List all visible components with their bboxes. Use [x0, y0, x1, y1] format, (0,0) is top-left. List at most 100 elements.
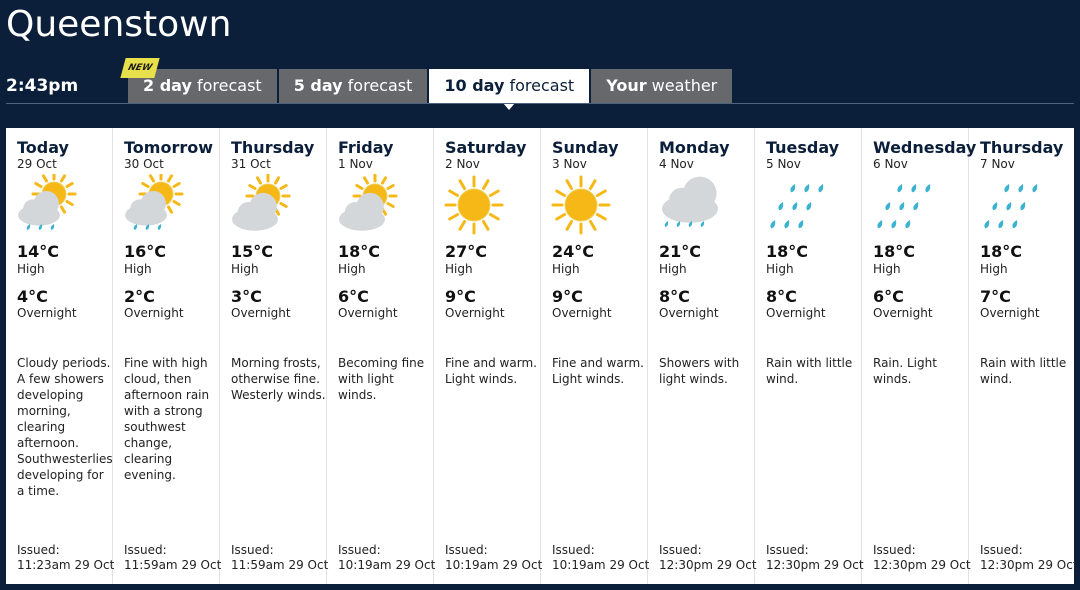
forecast-panel: Today 29 Oct 14°C High 4°C Overnight Clo…	[6, 128, 1078, 584]
issued-time: 11:23am 29 Oct	[17, 558, 115, 572]
day-date: 1 Nov	[338, 157, 373, 171]
tab-your-weather[interactable]: Your weather	[591, 69, 733, 103]
high-label: High	[445, 262, 473, 276]
overnight-label: Overnight	[231, 306, 291, 320]
rain-icon	[870, 174, 934, 236]
tab-label-bold: 2 day	[143, 76, 192, 95]
high-label: High	[552, 262, 580, 276]
issued-time: 12:30pm 29 Oct	[873, 558, 971, 572]
high-temp: 18°C	[873, 242, 916, 261]
overnight-label: Overnight	[659, 306, 719, 320]
forecast-description: Rain with little wind.	[980, 356, 1067, 386]
issued-time: 12:30pm 29 Oct	[766, 558, 864, 572]
tab-label-rest: forecast	[342, 76, 413, 95]
day-column: Tomorrow 30 Oct 16°C High 2°C Overnight …	[113, 128, 222, 584]
issued-label: Issued:	[873, 543, 916, 557]
tab-label-rest: forecast	[504, 76, 575, 95]
high-label: High	[338, 262, 366, 276]
tab-label-rest: weather	[646, 76, 718, 95]
day-column: Thursday 31 Oct 15°C High 3°C Overnight …	[220, 128, 329, 584]
high-temp: 21°C	[659, 242, 702, 261]
issued-label: Issued:	[766, 543, 809, 557]
issued-label: Issued:	[445, 543, 488, 557]
day-date: 4 Nov	[659, 157, 694, 171]
day-name: Sunday	[552, 138, 619, 157]
issued-time: 11:59am 29 Oct	[231, 558, 329, 572]
day-name: Tomorrow	[124, 138, 213, 157]
current-time: 2:43pm	[6, 76, 79, 96]
high-label: High	[124, 262, 152, 276]
tab-label-bold: 10 day	[444, 76, 505, 95]
day-column: Saturday 2 Nov 27°C High 9°C Overnight F…	[434, 128, 542, 584]
low-temp: 3°C	[231, 287, 262, 306]
low-temp: 9°C	[552, 287, 583, 306]
tab-label-rest: forecast	[191, 76, 262, 95]
day-date: 7 Nov	[980, 157, 1015, 171]
overnight-label: Overnight	[445, 306, 505, 320]
forecast-description: Morning frosts, otherwise fine. Westerly…	[231, 356, 326, 402]
issued-label: Issued:	[338, 543, 381, 557]
tab-label-bold: 5 day	[293, 76, 343, 95]
forecast-description: Cloudy periods. A few showers developing…	[17, 356, 113, 498]
divider	[6, 103, 1074, 104]
high-temp: 27°C	[445, 242, 488, 261]
sun-icon	[549, 174, 613, 236]
page-title: Queenstown	[6, 4, 232, 45]
low-temp: 8°C	[766, 287, 797, 306]
issued-label: Issued:	[124, 543, 167, 557]
high-temp: 16°C	[124, 242, 167, 261]
overnight-label: Overnight	[552, 306, 612, 320]
sun-cloud-rain-icon	[121, 171, 185, 236]
high-label: High	[659, 262, 687, 276]
day-date: 5 Nov	[766, 157, 801, 171]
sun-cloud-rain-icon	[14, 171, 78, 236]
rain-icon	[763, 174, 827, 236]
low-temp: 4°C	[17, 287, 48, 306]
cloud-rain-icon	[656, 174, 720, 236]
high-temp: 24°C	[552, 242, 595, 261]
forecast-description: Fine and warm. Light winds.	[552, 356, 644, 386]
tab-label-bold: Your	[606, 76, 647, 95]
issued-label: Issued:	[231, 543, 274, 557]
new-badge: NEW	[120, 58, 160, 78]
high-temp: 18°C	[766, 242, 809, 261]
day-date: 31 Oct	[231, 157, 271, 171]
high-temp: 15°C	[231, 242, 274, 261]
day-name: Saturday	[445, 138, 527, 157]
forecast-description: Fine and warm. Light winds.	[445, 356, 537, 386]
tab-5-day-forecast[interactable]: 5 day forecast	[278, 69, 428, 103]
issued-label: Issued:	[552, 543, 595, 557]
low-temp: 6°C	[338, 287, 369, 306]
overnight-label: Overnight	[980, 306, 1040, 320]
day-column: Friday 1 Nov 18°C High 6°C Overnight Bec…	[327, 128, 436, 584]
issued-time: 11:59am 29 Oct	[124, 558, 222, 572]
issued-label: Issued:	[17, 543, 60, 557]
day-column: Sunday 3 Nov 24°C High 9°C Overnight Fin…	[541, 128, 649, 584]
high-label: High	[17, 262, 45, 276]
day-column: Wednesday 6 Nov 18°C High 6°C Overnight …	[862, 128, 976, 584]
day-name: Thursday	[231, 138, 315, 157]
overnight-label: Overnight	[17, 306, 77, 320]
day-date: 30 Oct	[124, 157, 164, 171]
low-temp: 2°C	[124, 287, 155, 306]
issued-time: 12:30pm 29 Oct	[659, 558, 757, 572]
forecast-tabs: 2 day forecast 5 day forecast 10 day for…	[128, 69, 734, 110]
issued-label: Issued:	[659, 543, 702, 557]
high-label: High	[980, 262, 1008, 276]
low-temp: 7°C	[980, 287, 1011, 306]
high-temp: 14°C	[17, 242, 60, 261]
low-temp: 6°C	[873, 287, 904, 306]
sun-icon	[442, 174, 506, 236]
day-name: Wednesday	[873, 138, 977, 157]
high-temp: 18°C	[338, 242, 381, 261]
overnight-label: Overnight	[124, 306, 184, 320]
day-date: 6 Nov	[873, 157, 908, 171]
tab-10-day-forecast[interactable]: 10 day forecast	[429, 69, 590, 110]
forecast-description: Becoming fine with light winds.	[338, 356, 425, 402]
low-temp: 8°C	[659, 287, 690, 306]
day-name: Tuesday	[766, 138, 840, 157]
issued-time: 10:19am 29 Oct	[338, 558, 436, 572]
day-name: Friday	[338, 138, 394, 157]
high-label: High	[873, 262, 901, 276]
overnight-label: Overnight	[338, 306, 398, 320]
